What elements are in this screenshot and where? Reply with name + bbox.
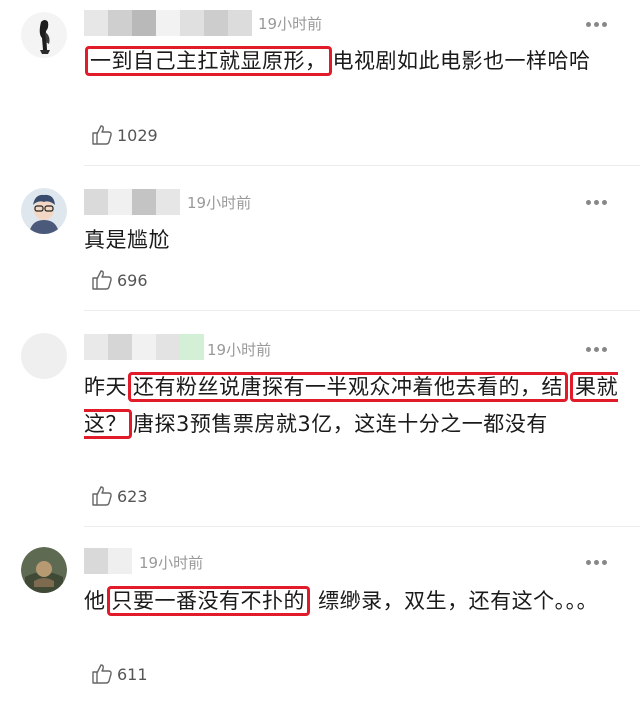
- comment-text-rest: 电视剧如此电影也一样哈哈: [332, 49, 591, 73]
- comment-time: 19小时前: [207, 341, 272, 359]
- highlight-box: 只要一番没有不扑的: [106, 586, 310, 616]
- like-button[interactable]: 623: [90, 484, 148, 508]
- username-mosaic[interactable]: [84, 334, 204, 360]
- username-mosaic[interactable]: [84, 548, 132, 574]
- thumbs-up-icon: [92, 486, 112, 506]
- more-dots-icon[interactable]: [586, 200, 608, 206]
- comment-text-lead: 昨天: [84, 375, 127, 399]
- username-mosaic[interactable]: [84, 189, 180, 215]
- comment-text-lead: 他: [84, 589, 106, 613]
- like-button[interactable]: 611: [90, 662, 148, 686]
- comment-time: 19小时前: [258, 15, 323, 33]
- comment-text: 他只要一番没有不扑的 缥缈录，双生，还有这个。。。: [84, 583, 614, 620]
- comment-text: 一到自己主扛就显原形， 电视剧如此电影也一样哈哈: [84, 43, 624, 80]
- comment-text: 昨天 还有粉丝说唐探有一半观众冲着他去看的，结 果就这？ 唐探3预售票房就3亿，这连十…: [84, 369, 624, 443]
- divider: [84, 526, 640, 527]
- more-dots-icon[interactable]: [586, 22, 608, 28]
- more-dots-icon[interactable]: [586, 347, 608, 353]
- username-mosaic[interactable]: [84, 10, 252, 36]
- like-count: 696: [117, 270, 148, 290]
- avatar-image: [21, 547, 67, 593]
- like-count: 623: [117, 486, 148, 506]
- avatar[interactable]: [21, 188, 67, 234]
- avatar-image: [21, 188, 67, 234]
- avatar[interactable]: [21, 333, 67, 379]
- comment-text-rest: 唐探3预售票房就3亿，这连十分之一都没有: [133, 412, 548, 436]
- like-button[interactable]: 1029: [90, 123, 158, 147]
- thumbs-up-icon: [92, 664, 112, 684]
- highlight-box: 一到自己主扛就显原形，: [85, 46, 332, 76]
- more-dots-icon[interactable]: [586, 560, 608, 566]
- comment-text-rest: 缥缈录，双生，还有这个。。。: [311, 589, 599, 613]
- thumbs-up-icon: [92, 125, 112, 145]
- like-count: 611: [117, 664, 148, 684]
- avatar[interactable]: [21, 12, 67, 58]
- comment-time: 19小时前: [139, 554, 204, 572]
- comment-time: 19小时前: [187, 194, 252, 212]
- like-button[interactable]: 696: [90, 268, 148, 292]
- avatar[interactable]: [21, 547, 67, 593]
- thumbs-up-icon: [92, 270, 112, 290]
- like-count: 1029: [117, 125, 158, 145]
- comment-text: 真是尴尬: [84, 228, 170, 252]
- avatar-image: [21, 12, 67, 58]
- divider: [84, 310, 640, 311]
- divider: [84, 165, 640, 166]
- highlight-box: 还有粉丝说唐探有一半观众冲着他去看的，结: [128, 372, 568, 402]
